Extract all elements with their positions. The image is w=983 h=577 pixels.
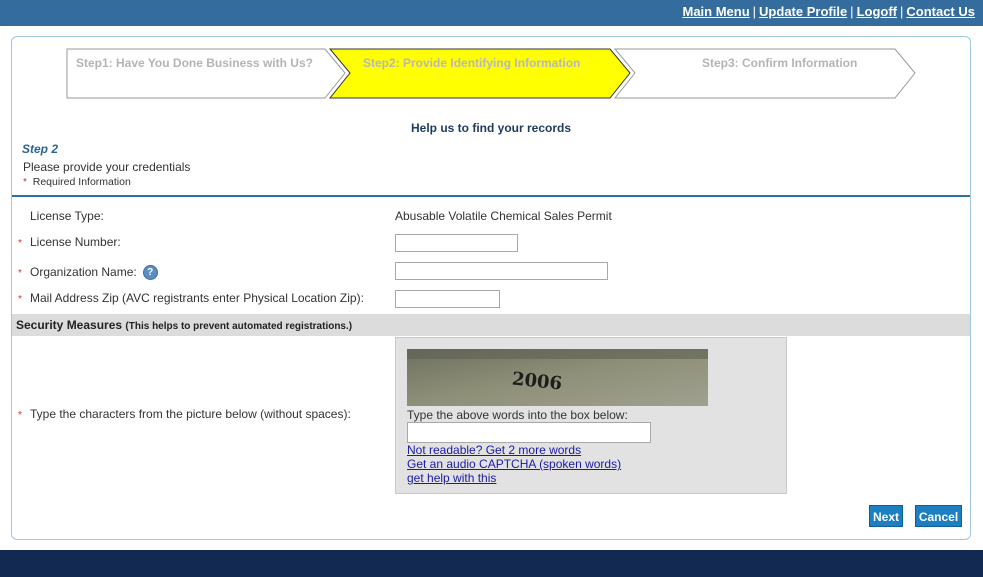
captcha-image: 2006	[407, 349, 708, 406]
required-info-text: Required Information	[32, 176, 131, 188]
logoff-link[interactable]: Logoff	[857, 4, 897, 19]
license-number-input[interactable]	[395, 234, 518, 252]
page-title: Help us to find your records	[410, 121, 572, 135]
captcha-instructions: Type the above words into the box below:	[407, 408, 628, 422]
captcha-input[interactable]	[407, 422, 651, 443]
main-panel: Step1: Have You Done Business with Us? S…	[11, 36, 971, 540]
captcha-help-link[interactable]: get help with this	[407, 471, 496, 485]
organization-name-input[interactable]	[395, 262, 608, 280]
cancel-button[interactable]: Cancel	[915, 505, 962, 527]
security-title: Security Measures (This helps to prevent…	[16, 318, 353, 332]
nav-separator: |	[752, 4, 757, 19]
footer-bar	[0, 550, 983, 577]
captcha-audio-link[interactable]: Get an audio CAPTCHA (spoken words)	[407, 457, 621, 471]
section-divider	[12, 195, 970, 197]
license-type-value: Abusable Volatile Chemical Sales Permit	[395, 209, 612, 223]
next-button[interactable]: Next	[869, 505, 903, 527]
step3-label: Step3: Confirm Information	[702, 56, 858, 70]
zip-label: * Mail Address Zip (AVC registrants enter…	[18, 291, 364, 305]
captcha-label: * Type the characters from the picture be…	[18, 407, 351, 421]
help-icon[interactable]: ?	[142, 265, 158, 281]
captcha-box: 2006 Type the above words into the box b…	[395, 337, 787, 494]
required-info-note: * Required Information	[23, 176, 131, 188]
security-subtitle: (This helps to prevent automated registr…	[125, 321, 353, 332]
zip-input[interactable]	[395, 290, 500, 308]
contact-us-link[interactable]: Contact Us	[906, 4, 975, 19]
step1-label: Step1: Have You Done Business with Us?	[76, 56, 313, 70]
top-header-bar: Main Menu | Update Profile | Logoff | Contact …	[0, 0, 983, 26]
nav-separator: |	[899, 4, 904, 19]
required-marker: *	[23, 177, 27, 188]
license-number-label: * License Number:	[18, 235, 121, 249]
step-arrows	[66, 48, 916, 99]
main-menu-link[interactable]: Main Menu	[682, 4, 749, 19]
instructions-text: Please provide your credentials	[23, 160, 191, 174]
security-section-header: Security Measures (This helps to prevent…	[12, 314, 970, 336]
top-navigation: Main Menu | Update Profile | Logoff | Contact …	[682, 4, 975, 19]
step-heading: Step 2	[22, 142, 59, 156]
license-type-label: License Type:	[30, 209, 104, 223]
captcha-more-words-link[interactable]: Not readable? Get 2 more words	[407, 443, 581, 457]
organization-name-label: * Organization Name:?	[18, 265, 158, 281]
step2-label: Step2: Provide Identifying Information	[363, 56, 581, 70]
update-profile-link[interactable]: Update Profile	[759, 4, 847, 19]
nav-separator: |	[850, 4, 854, 19]
